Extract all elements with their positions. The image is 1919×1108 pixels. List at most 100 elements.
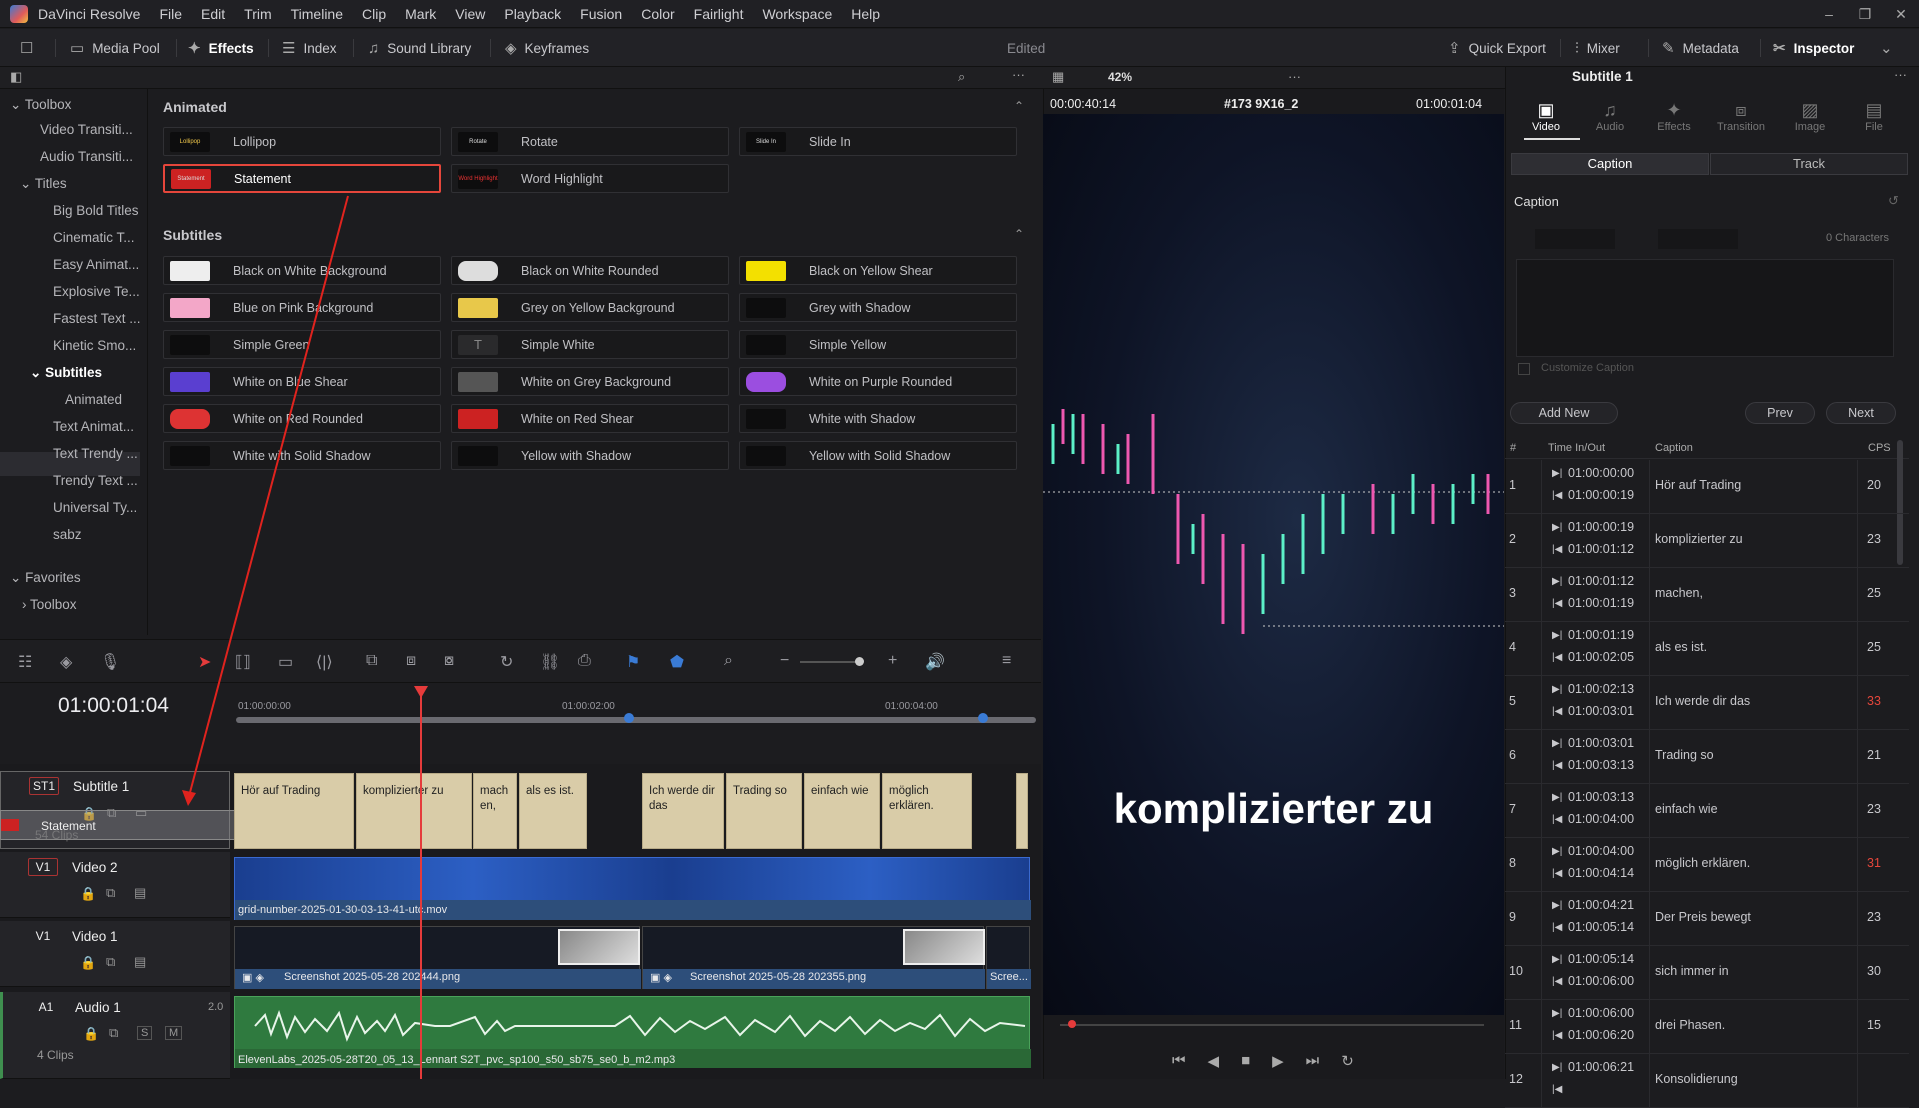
track-header-video-1[interactable]: V1 Video 1 🔒 ⧉ ▤ bbox=[0, 921, 230, 987]
add-new-button[interactable]: Add New bbox=[1510, 402, 1618, 424]
auto-select-icon[interactable]: ⧉ bbox=[106, 954, 115, 970]
caption-text-area[interactable] bbox=[1516, 259, 1894, 357]
subtitle-preset[interactable]: White on Red Rounded bbox=[163, 404, 441, 433]
tree-audio-transitions[interactable]: Audio Transiti... bbox=[40, 149, 133, 164]
tree-subtitles[interactable]: ⌄ Subtitles bbox=[30, 365, 102, 381]
caption-row[interactable]: 3 ▶| |◀ 01:00:01:12 01:00:01:19 machen, 25 bbox=[1505, 568, 1909, 622]
menu-fusion[interactable]: Fusion bbox=[580, 6, 622, 22]
tree-explosive[interactable]: Explosive Te... bbox=[53, 284, 140, 299]
inspector-more-icon[interactable]: ··· bbox=[1894, 67, 1907, 82]
caption-tab[interactable]: Caption bbox=[1511, 153, 1709, 175]
search-icon[interactable]: ⌕ bbox=[958, 69, 965, 85]
auto-select-icon[interactable]: ⧉ bbox=[106, 885, 115, 901]
tree-text-animated[interactable]: Text Animat... bbox=[53, 419, 134, 434]
menu-timeline[interactable]: Timeline bbox=[291, 6, 343, 22]
menu-mark[interactable]: Mark bbox=[405, 6, 436, 22]
replace-clip-icon[interactable]: ⧇ bbox=[444, 652, 454, 670]
effect-lollipop[interactable]: Lollipop Lollipop bbox=[163, 127, 441, 156]
reset-icon[interactable]: ↺ bbox=[1888, 193, 1899, 209]
minimize-icon[interactable]: – bbox=[1811, 6, 1847, 22]
step-back-icon[interactable]: ◀ bbox=[1208, 1052, 1220, 1070]
media-pool-button[interactable]: ▭ Media Pool bbox=[70, 37, 160, 59]
keyframes-button[interactable]: ◈ Keyframes bbox=[505, 37, 589, 59]
render-cache-icon[interactable]: ◈ bbox=[60, 652, 72, 672]
tree-toolbox[interactable]: ⌄ Toolbox bbox=[10, 97, 71, 113]
menu-view[interactable]: View bbox=[455, 6, 485, 22]
tab-audio[interactable]: ♫ Audio bbox=[1580, 100, 1640, 133]
loop-icon[interactable]: ↻ bbox=[1341, 1052, 1354, 1070]
subtitle-preset[interactable]: Black on White Rounded bbox=[451, 256, 729, 285]
tree-cinematic[interactable]: Cinematic T... bbox=[53, 230, 135, 245]
subtitle-preset[interactable]: Black on White Background bbox=[163, 256, 441, 285]
timeline-menu-icon[interactable]: ≡ bbox=[1002, 652, 1011, 670]
subtitle-preset[interactable]: Grey on Yellow Background bbox=[451, 293, 729, 322]
playhead[interactable] bbox=[420, 690, 422, 1079]
menu-playback[interactable]: Playback bbox=[504, 6, 561, 22]
menu-help[interactable]: Help bbox=[851, 6, 880, 22]
caption-row[interactable]: 6 ▶| |◀ 01:00:03:01 01:00:03:13 Trading so 21 bbox=[1505, 730, 1909, 784]
blade-tool-icon[interactable]: ▭ bbox=[278, 652, 293, 672]
timeline-marker[interactable] bbox=[978, 713, 988, 723]
solo-button[interactable]: S bbox=[137, 1026, 153, 1040]
zoom-icon[interactable]: ⌕ bbox=[724, 652, 733, 670]
track-tab[interactable]: Track bbox=[1710, 153, 1908, 175]
trim-tool-icon[interactable]: ⟦⟧ bbox=[235, 652, 251, 672]
panel-toggle-icon[interactable]: ☐ bbox=[20, 37, 41, 59]
next-button[interactable]: Next bbox=[1826, 402, 1896, 424]
index-button[interactable]: ☰ Index bbox=[282, 37, 336, 59]
tree-favorites-toolbox[interactable]: › Toolbox bbox=[22, 597, 77, 612]
tab-image[interactable]: ▨ Image bbox=[1780, 100, 1840, 133]
stop-icon[interactable]: ■ bbox=[1241, 1052, 1250, 1070]
auto-select-icon[interactable]: ⧉ bbox=[109, 1025, 118, 1041]
subtitle-clip[interactable]: mach en, bbox=[473, 773, 517, 849]
viewer-scrubber[interactable] bbox=[1060, 1024, 1484, 1026]
maximize-icon[interactable]: ❐ bbox=[1847, 6, 1883, 23]
subtitle-preset[interactable]: White on Red Shear bbox=[451, 404, 729, 433]
tree-video-transitions[interactable]: Video Transiti... bbox=[40, 122, 133, 137]
voiceover-mic-icon[interactable]: 🎙 bbox=[100, 652, 120, 672]
tree-text-trendy[interactable]: Text Trendy ... bbox=[53, 446, 138, 461]
caption-row[interactable]: 12 ▶| |◀ 01:00:06:21 Konsolidierung bbox=[1505, 1054, 1909, 1108]
track-header-video-2[interactable]: V1 Video 2 🔒 ⧉ ▤ bbox=[0, 852, 230, 918]
menu-trim[interactable]: Trim bbox=[244, 6, 271, 22]
customize-caption-checkbox[interactable] bbox=[1518, 363, 1530, 375]
viewer-clip-name[interactable]: #173 9X16_2 bbox=[1224, 97, 1298, 111]
lock-icon[interactable]: 🔒 bbox=[83, 1026, 99, 1042]
timeline-marker[interactable] bbox=[624, 713, 634, 723]
collapse-animated-icon[interactable]: ⌃ bbox=[1014, 99, 1024, 113]
subtitle-preset[interactable]: Grey with Shadow bbox=[739, 293, 1017, 322]
viewer-more-icon[interactable]: ··· bbox=[1288, 69, 1301, 84]
zoom-slider-handle[interactable] bbox=[855, 657, 864, 666]
zoom-in-icon[interactable]: + bbox=[888, 652, 897, 670]
track-header-audio-1[interactable]: A1 Audio 1 2.0 🔒 ⧉ S M 4 Clips bbox=[0, 992, 230, 1079]
subtitle-preset[interactable]: White on Purple Rounded bbox=[739, 367, 1017, 396]
sound-library-button[interactable]: ♫ Sound Library bbox=[368, 37, 471, 59]
effect-rotate[interactable]: Rotate Rotate bbox=[451, 127, 729, 156]
menu-workspace[interactable]: Workspace bbox=[762, 6, 832, 22]
caption-row[interactable]: 9 ▶| |◀ 01:00:04:21 01:00:05:14 Der Preis bew… bbox=[1505, 892, 1909, 946]
effect-word-highlight[interactable]: Word Highlight Word Highlight bbox=[451, 164, 729, 193]
volume-icon[interactable]: 🔊 bbox=[925, 652, 945, 672]
tab-video[interactable]: ▣ Video bbox=[1516, 100, 1576, 133]
selection-arrow-icon[interactable]: ➤ bbox=[198, 652, 211, 672]
subtitle-clip[interactable]: Ich werde dir das bbox=[642, 773, 724, 849]
subtitle-clip[interactable]: möglich erklären. bbox=[882, 773, 972, 849]
menu-clip[interactable]: Clip bbox=[362, 6, 386, 22]
mute-button[interactable]: M bbox=[165, 1026, 183, 1040]
subtitle-preset[interactable]: White with Shadow bbox=[739, 404, 1017, 433]
effects-button[interactable]: ✦ Effects bbox=[188, 37, 254, 59]
caption-row[interactable]: 8 ▶| |◀ 01:00:04:00 01:00:04:14 möglich erklä… bbox=[1505, 838, 1909, 892]
timeline-options-icon[interactable]: ☷ bbox=[18, 652, 32, 672]
play-icon[interactable]: ▶ bbox=[1272, 1052, 1284, 1070]
quick-export-button[interactable]: ⇪ Quick Export bbox=[1448, 37, 1546, 59]
tree-sabz[interactable]: sabz bbox=[53, 527, 82, 542]
tree-favorites[interactable]: ⌄ Favorites bbox=[10, 570, 81, 586]
tree-trendy-text[interactable]: Trendy Text ... bbox=[53, 473, 138, 488]
zoom-level[interactable]: 42% bbox=[1108, 70, 1132, 84]
sidebar-toggle-icon[interactable]: ◧ bbox=[10, 69, 22, 85]
subtitle-clip-edge[interactable] bbox=[1016, 773, 1028, 849]
lock-icon[interactable]: 🔒 bbox=[80, 955, 96, 971]
menu-fairlight[interactable]: Fairlight bbox=[694, 6, 744, 22]
toolbar-collapse-icon[interactable]: ⌄ bbox=[1880, 37, 1901, 59]
track-visibility-icon[interactable]: ▤ bbox=[134, 885, 146, 901]
